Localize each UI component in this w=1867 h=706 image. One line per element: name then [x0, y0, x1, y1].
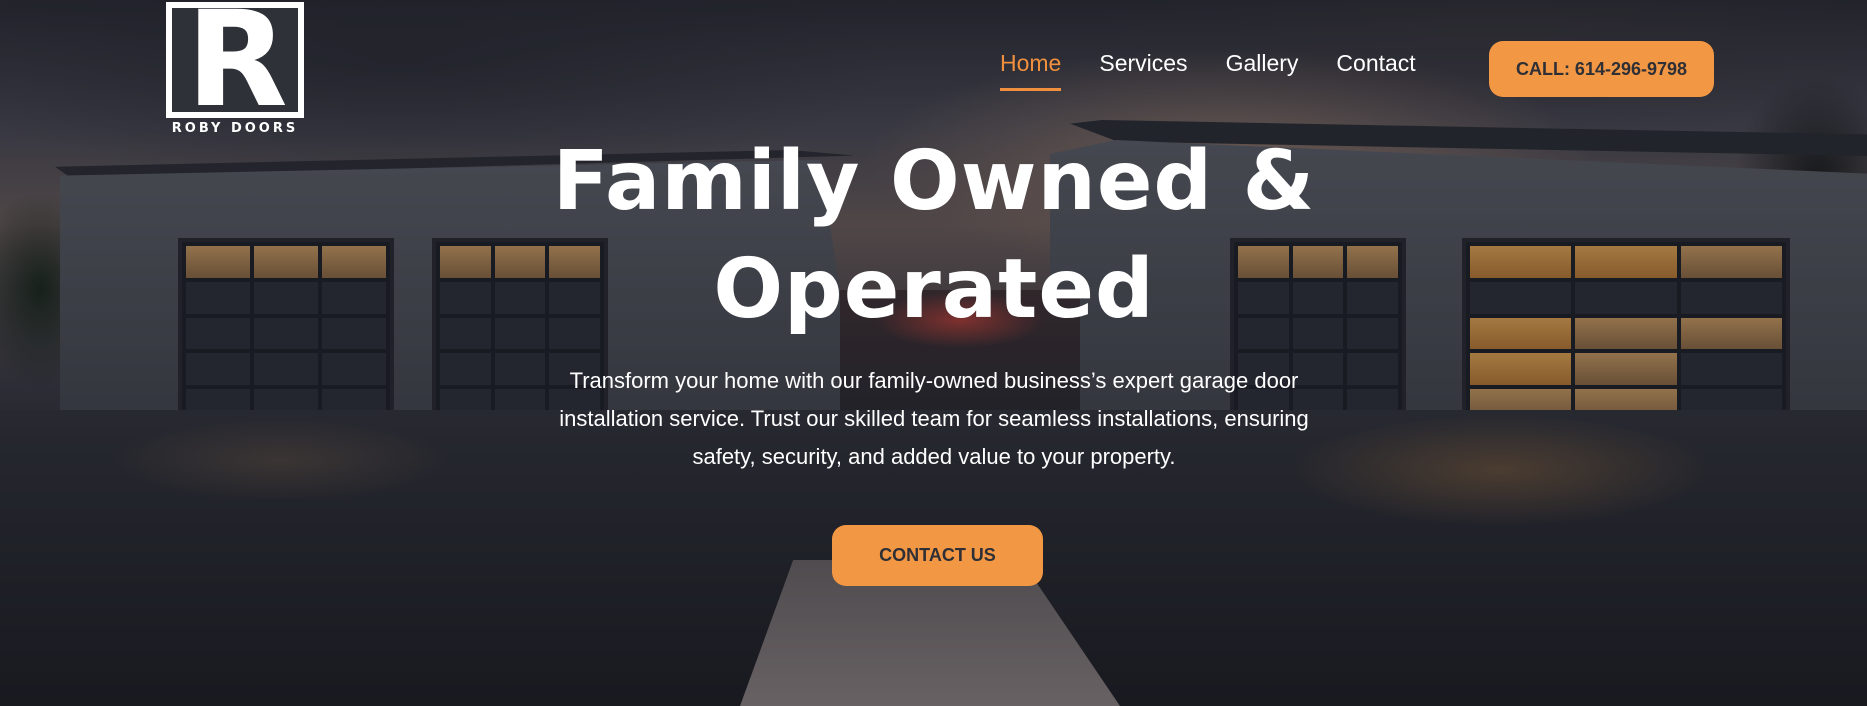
- call-button[interactable]: CALL: 614-296-9798: [1489, 41, 1714, 97]
- nav-contact[interactable]: Contact: [1336, 50, 1415, 91]
- logo-letter: R: [186, 0, 288, 137]
- logo-mark: R: [166, 0, 304, 126]
- hero-subtext: Transform your home with our family-owne…: [559, 368, 1309, 469]
- nav-home[interactable]: Home: [1000, 50, 1062, 91]
- main-nav: Home Services Gallery Contact: [1000, 50, 1454, 91]
- contact-us-button[interactable]: CONTACT US: [832, 525, 1043, 586]
- logo[interactable]: R ROBY DOORS: [166, 0, 304, 138]
- hero-section: R ROBY DOORS Home Services Gallery Conta…: [0, 0, 1867, 706]
- nav-gallery[interactable]: Gallery: [1226, 50, 1299, 91]
- hero-headline: Family Owned & Operated: [552, 134, 1316, 337]
- nav-services[interactable]: Services: [1099, 50, 1187, 91]
